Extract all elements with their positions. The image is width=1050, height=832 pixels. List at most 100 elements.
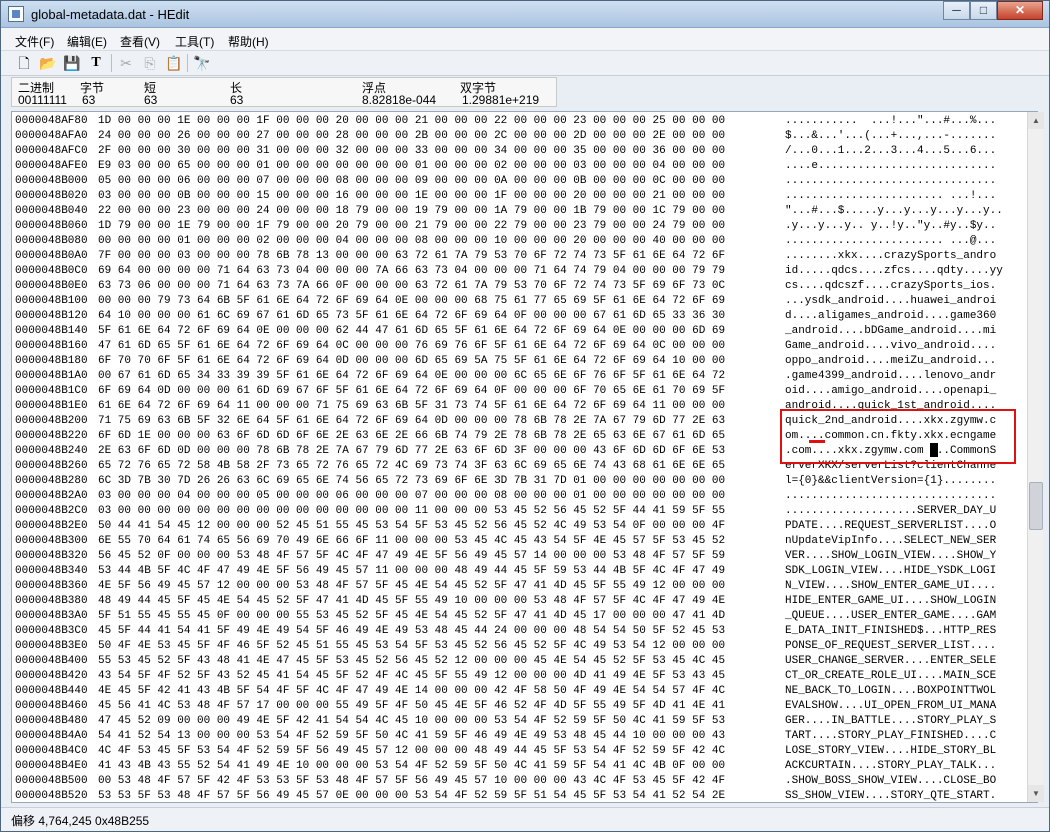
hex-row[interactable]: 0000048B1A0 00 67 61 6D 65 34 33 39 39 5F… (12, 369, 1022, 384)
row-hex-bytes[interactable]: 22 00 00 00 23 00 00 00 24 00 00 00 18 7… (98, 204, 725, 219)
hex-row[interactable]: 0000048B300 6E 55 70 64 61 74 65 56 69 70… (12, 534, 1022, 549)
row-ascii[interactable]: _QUEUE....USER_ENTER_GAME....GAM (785, 609, 996, 624)
save-icon[interactable]: 💾 (63, 54, 81, 72)
hex-row[interactable]: 0000048B3E0 50 4F 4E 53 45 5F 4F 46 5F 52… (12, 639, 1022, 654)
row-ascii[interactable]: LOSE_STORY_VIEW....HIDE_STORY_BL (785, 744, 996, 759)
row-hex-bytes[interactable]: E9 03 00 00 65 00 00 00 01 00 00 00 00 0… (98, 159, 725, 174)
row-ascii[interactable]: nUpdateVipInfo....SELECT_NEW_SER (785, 534, 996, 549)
row-hex-bytes[interactable]: 45 5F 44 41 54 41 5F 49 4E 49 54 5F 46 4… (98, 624, 725, 639)
row-ascii[interactable]: d....aligames_android....game360 (785, 309, 996, 324)
hex-row[interactable]: 0000048B100 00 00 00 79 73 64 6B 5F 61 6E… (12, 294, 1022, 309)
hex-row[interactable]: 0000048B0C0 69 64 00 00 00 00 71 64 63 73… (12, 264, 1022, 279)
row-ascii[interactable]: CT_OR_CREATE_ROLE_UI....MAIN_SCE (785, 669, 996, 684)
row-hex-bytes[interactable]: 71 75 69 63 6B 5F 32 6E 64 5F 61 6E 64 7… (98, 414, 725, 429)
row-ascii[interactable]: HIDE_ENTER_GAME_UI....SHOW_LOGIN (785, 594, 996, 609)
row-hex-bytes[interactable]: 6F 70 70 6F 5F 61 6E 64 72 6F 69 64 0D 0… (98, 354, 725, 369)
hex-row[interactable]: 0000048B4C0 4C 4F 53 45 5F 53 54 4F 52 59… (12, 744, 1022, 759)
hex-row[interactable]: 0000048B3A0 5F 51 55 45 55 45 0F 00 00 00… (12, 609, 1022, 624)
row-hex-bytes[interactable]: 7F 00 00 00 03 00 00 00 78 6B 78 13 00 0… (98, 249, 725, 264)
menu-view[interactable]: 查看(V) (120, 33, 160, 50)
scroll-thumb[interactable] (1029, 482, 1043, 530)
row-ascii[interactable]: SDK_LOGIN_VIEW....HIDE_YSDK_LOGI (785, 564, 996, 579)
hex-row[interactable]: 0000048B1C0 6F 69 64 0D 00 00 00 61 6D 69… (12, 384, 1022, 399)
row-hex-bytes[interactable]: 4E 5F 56 49 45 57 12 00 00 00 53 48 4F 5… (98, 579, 725, 594)
row-ascii[interactable]: NE_BACK_TO_LOGIN....BOXPOINTTWOL (785, 684, 996, 699)
hex-row[interactable]: 0000048B340 53 44 4B 5F 4C 4F 47 49 4E 5F… (12, 564, 1022, 579)
row-hex-bytes[interactable]: 63 73 06 00 00 00 71 64 63 73 7A 66 0F 0… (98, 279, 725, 294)
row-ascii[interactable]: /...0...1...2...3...4...5...6... (785, 144, 996, 159)
hex-row[interactable]: 0000048B120 64 10 00 00 00 61 6C 69 67 61… (12, 309, 1022, 324)
row-hex-bytes[interactable]: 43 54 5F 4F 52 5F 43 52 45 41 54 45 5F 5… (98, 669, 725, 684)
row-hex-bytes[interactable]: 50 4F 4E 53 45 5F 4F 46 5F 52 45 51 55 4… (98, 639, 725, 654)
hex-row[interactable]: 0000048B0E0 63 73 06 00 00 00 71 64 63 73… (12, 279, 1022, 294)
hex-row[interactable]: 0000048B440 4E 45 5F 42 41 43 4B 5F 54 4F… (12, 684, 1022, 699)
hex-row[interactable]: 0000048B460 45 56 41 4C 53 48 4F 57 17 00… (12, 699, 1022, 714)
row-hex-bytes[interactable]: 1D 00 00 00 1E 00 00 00 1F 00 00 00 20 0… (98, 114, 725, 129)
row-hex-bytes[interactable]: 6F 6D 1E 00 00 00 63 6F 6D 6D 6F 6E 2E 6… (98, 429, 725, 444)
row-hex-bytes[interactable]: 03 00 00 00 0B 00 00 00 15 00 00 00 16 0… (98, 189, 725, 204)
hex-row[interactable]: 0000048B3C0 45 5F 44 41 54 41 5F 49 4E 49… (12, 624, 1022, 639)
row-ascii[interactable]: ........xkx....crazySports_andro (785, 249, 996, 264)
paste-icon[interactable]: 📋 (165, 54, 183, 72)
row-hex-bytes[interactable]: 47 45 52 09 00 00 00 49 4E 5F 42 41 54 5… (98, 714, 725, 729)
hex-row[interactable]: 0000048B280 6C 3D 7B 30 7D 26 26 63 6C 69… (12, 474, 1022, 489)
row-ascii[interactable]: .game4399_android....lenovo_andr (785, 369, 996, 384)
row-ascii[interactable]: Game_android....vivo_android.... (785, 339, 996, 354)
row-hex-bytes[interactable]: 69 64 00 00 00 00 71 64 63 73 04 00 00 0… (98, 264, 725, 279)
row-ascii[interactable]: .y...y...y.. y..!y.."y..#y..$y.. (785, 219, 996, 234)
row-hex-bytes[interactable]: 61 6E 64 72 6F 69 64 11 00 00 00 71 75 6… (98, 399, 725, 414)
row-hex-bytes[interactable]: 00 67 61 6D 65 34 33 39 39 5F 61 6E 64 7… (98, 369, 725, 384)
hex-row[interactable]: 0000048B480 47 45 52 09 00 00 00 49 4E 5F… (12, 714, 1022, 729)
row-hex-bytes[interactable]: 6F 69 64 0D 00 00 00 61 6D 69 67 6F 5F 6… (98, 384, 725, 399)
new-file-icon[interactable]: 🗋 (15, 54, 33, 72)
row-hex-bytes[interactable]: 6E 55 70 64 61 74 65 56 69 70 49 6E 66 6… (98, 534, 725, 549)
hex-row[interactable]: 0000048B320 56 45 52 0F 00 00 00 53 48 4F… (12, 549, 1022, 564)
row-hex-bytes[interactable]: 03 00 00 00 04 00 00 00 05 00 00 00 06 0… (98, 489, 725, 504)
row-hex-bytes[interactable]: 65 72 76 65 72 58 4B 58 2F 73 65 72 76 6… (98, 459, 725, 474)
row-hex-bytes[interactable]: 2F 00 00 00 30 00 00 00 31 00 00 00 32 0… (98, 144, 725, 159)
hex-row[interactable]: 0000048B140 5F 61 6E 64 72 6F 69 64 0E 00… (12, 324, 1022, 339)
row-ascii[interactable]: .SHOW_BOSS_SHOW_VIEW....CLOSE_BO (785, 774, 996, 789)
row-ascii[interactable]: _android....bDGame_android....mi (785, 324, 996, 339)
hex-row[interactable]: 0000048B040 22 00 00 00 23 00 00 00 24 00… (12, 204, 1022, 219)
row-ascii[interactable]: ....................SERVER_DAY_U (785, 504, 996, 519)
row-ascii[interactable]: ACKCURTAIN....STORY_PLAY_TALK... (785, 759, 996, 774)
hex-row[interactable]: 0000048AFA0 24 00 00 00 26 00 00 00 27 00… (12, 129, 1022, 144)
hex-row[interactable]: 0000048B2E0 50 44 41 54 45 12 00 00 00 52… (12, 519, 1022, 534)
menu-tools[interactable]: 工具(T) (175, 33, 214, 50)
row-hex-bytes[interactable]: 6C 3D 7B 30 7D 26 26 63 6C 69 65 6E 74 5… (98, 474, 725, 489)
row-ascii[interactable]: GER....IN_BATTLE....STORY_PLAY_S (785, 714, 996, 729)
row-ascii[interactable]: E_DATA_INIT_FINISHED$...HTTP_RES (785, 624, 996, 639)
hex-row[interactable]: 0000048AFC0 2F 00 00 00 30 00 00 00 31 00… (12, 144, 1022, 159)
row-ascii[interactable]: ...ysdk_android....huawei_androi (785, 294, 996, 309)
hex-row[interactable]: 0000048B520 53 53 5F 53 48 4F 57 5F 56 49… (12, 789, 1022, 802)
menu-help[interactable]: 帮助(H) (228, 33, 269, 50)
row-ascii[interactable]: ........................ ...!... (785, 189, 996, 204)
minimize-button[interactable]: ─ (943, 1, 970, 20)
hex-row[interactable]: 0000048B2A0 03 00 00 00 04 00 00 00 05 00… (12, 489, 1022, 504)
row-hex-bytes[interactable]: 55 53 45 52 5F 43 48 41 4E 47 45 5F 53 4… (98, 654, 725, 669)
row-ascii[interactable]: id.....qdcs....zfcs....qdty....yy (785, 264, 1003, 279)
row-hex-bytes[interactable]: 4E 45 5F 42 41 43 4B 5F 54 4F 5F 4C 4F 4… (98, 684, 725, 699)
find-icon[interactable]: 🔭 (193, 54, 211, 72)
hex-row[interactable]: 0000048B060 1D 79 00 00 1E 79 00 00 1F 79… (12, 219, 1022, 234)
hex-row[interactable]: 0000048B420 43 54 5F 4F 52 5F 43 52 45 41… (12, 669, 1022, 684)
row-hex-bytes[interactable]: 03 00 00 00 00 00 00 00 00 00 00 00 00 0… (98, 504, 725, 519)
row-hex-bytes[interactable]: 4C 4F 53 45 5F 53 54 4F 52 59 5F 56 49 4… (98, 744, 725, 759)
row-hex-bytes[interactable]: 1D 79 00 00 1E 79 00 00 1F 79 00 00 20 7… (98, 219, 725, 234)
scroll-up-icon[interactable]: ▲ (1028, 112, 1044, 129)
row-ascii[interactable]: l={0}&&clientVersion={1}........ (785, 474, 996, 489)
menu-file[interactable]: 文件(F) (15, 33, 54, 50)
row-hex-bytes[interactable]: 54 41 52 54 13 00 00 00 53 54 4F 52 59 5… (98, 729, 725, 744)
row-hex-bytes[interactable]: 41 43 4B 43 55 52 54 41 49 4E 10 00 00 0… (98, 759, 725, 774)
row-ascii[interactable]: TART....STORY_PLAY_FINISHED....C (785, 729, 996, 744)
row-ascii[interactable]: oppo_android....meiZu_android... (785, 354, 996, 369)
hex-row[interactable]: 0000048B400 55 53 45 52 5F 43 48 41 4E 47… (12, 654, 1022, 669)
row-ascii[interactable]: ....e........................... (785, 159, 996, 174)
row-ascii[interactable]: SS_SHOW_VIEW....STORY_QTE_START. (785, 789, 996, 802)
row-ascii[interactable]: $...&...'...(...+...,...-....... (785, 129, 996, 144)
row-hex-bytes[interactable]: 47 61 6D 65 5F 61 6E 64 72 6F 69 64 0C 0… (98, 339, 725, 354)
row-hex-bytes[interactable]: 00 00 00 79 73 64 6B 5F 61 6E 64 72 6F 6… (98, 294, 725, 309)
cut-icon[interactable]: ✂ (117, 54, 135, 72)
hex-row[interactable]: 0000048B180 6F 70 70 6F 5F 61 6E 64 72 6F… (12, 354, 1022, 369)
